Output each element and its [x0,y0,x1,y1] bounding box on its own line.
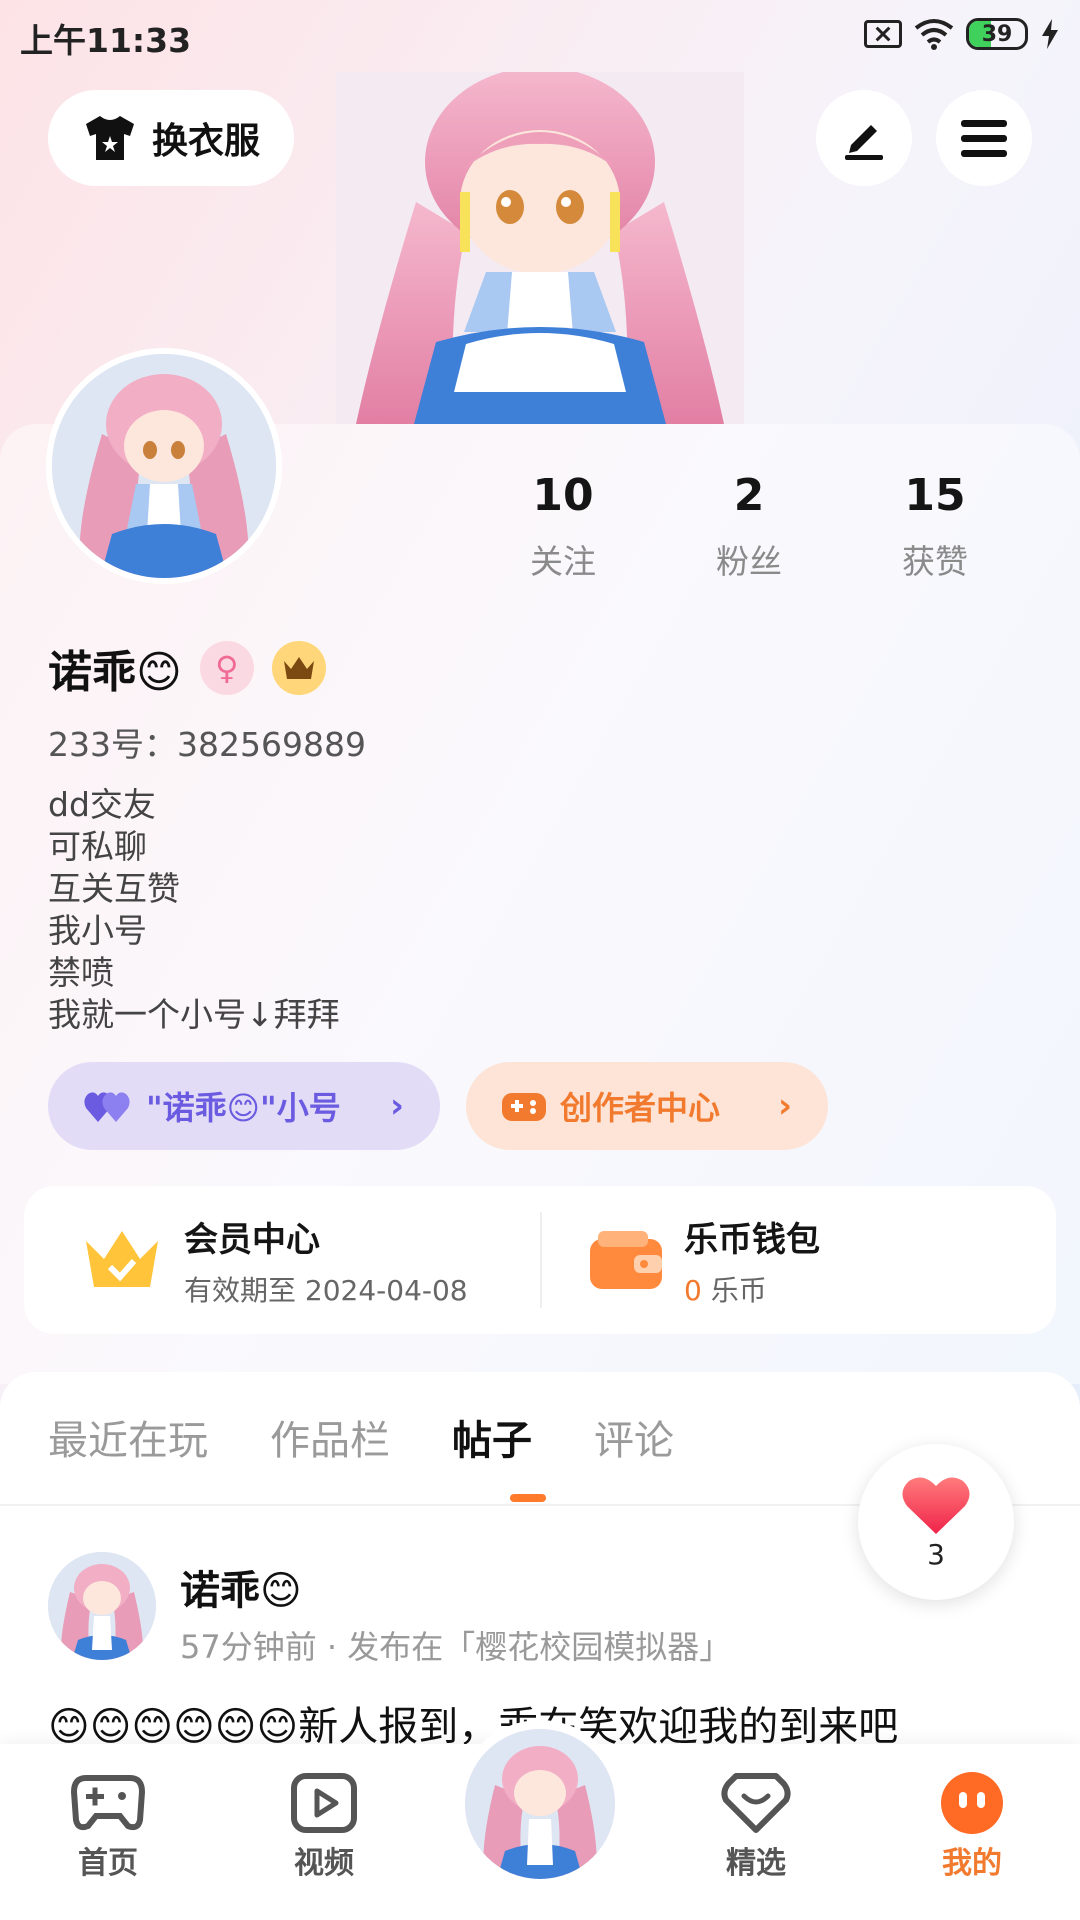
hamburger-menu-icon [961,120,1007,157]
wallet-balance: 0 乐币 [684,1269,820,1309]
edit-profile-button[interactable] [816,90,912,186]
chevron-right-icon: › [389,1086,404,1126]
post-meta: 57分钟前 · 发布在「樱花校园模拟器」 [180,1628,732,1666]
double-heart-icon [84,1092,130,1122]
member-wallet-card: 会员中心 有效期至 2024-04-08 乐币钱包 0 乐币 [24,1186,1056,1334]
bio-line: 禁喷 [48,953,114,992]
nav-home[interactable]: 首页 [28,1772,188,1882]
status-icons: 39 [864,18,1060,50]
tab-recently-played[interactable]: 最近在玩 [48,1408,208,1466]
tshirt-icon [85,116,134,160]
stats-row: 10 关注 2 粉丝 15 获赞 [470,470,1030,583]
crown-badge-icon[interactable] [271,641,326,695]
crown-icon [86,1231,158,1287]
followers-stat[interactable]: 2 粉丝 [656,470,842,583]
wallet-icon [590,1231,662,1289]
bio-line: 我小号 [48,911,147,950]
gamepad-icon [502,1093,546,1121]
likes-stat[interactable]: 15 获赞 [842,470,1028,583]
alt-account-label: "诺乖😊"小号 [146,1089,341,1127]
mine-face-icon [941,1772,1003,1834]
bottom-nav: 首页 视频 精选 我的 [0,1720,1080,1920]
pencil-icon [845,125,883,160]
wallet-entry[interactable]: 乐币钱包 0 乐币 [590,1186,820,1334]
followers-count: 2 [733,470,765,521]
bio: dd交友 可私聊 互关互赞 我小号 禁喷 我就一个小号↓拜拜 [48,784,340,1036]
status-bar: 上午11:33 39 [0,0,1080,72]
nav-home-label: 首页 [78,1846,138,1881]
creator-center-label: 创作者中心 [560,1089,721,1127]
heart-diamond-icon [721,1773,791,1833]
post-author-name[interactable]: 诺乖😊 [180,1558,302,1616]
creator-center-button[interactable]: 创作者中心 › [466,1062,828,1150]
menu-button[interactable] [936,90,1032,186]
tab-works[interactable]: 作品栏 [270,1408,390,1466]
likes-label: 获赞 [902,542,968,581]
tab-posts[interactable]: 帖子 [452,1408,532,1466]
avatar[interactable] [46,348,282,584]
change-outfit-button[interactable]: 换衣服 [48,90,294,186]
battery-level: 39 [981,21,1013,47]
name-row: 诺乖😊 ♀ [48,636,326,700]
divider [540,1212,542,1308]
following-count: 10 [532,470,594,521]
member-expiry: 有效期至 2024-04-08 [184,1273,468,1307]
like-count: 3 [927,1537,945,1571]
female-gender-icon: ♀ [199,641,254,695]
nav-featured[interactable]: 精选 [676,1772,836,1882]
wallet-amount: 0 [684,1273,702,1307]
bio-line: dd交友 [48,785,156,824]
profile-screen: 上午11:33 39 换衣服 10 关注 2 粉丝 15 获赞 诺乖😊 ♀ 23… [0,0,1080,1920]
nav-center-avatar[interactable] [456,1720,624,1888]
gamepad-icon [70,1775,146,1831]
no-sim-icon [864,20,902,48]
video-play-icon [291,1773,357,1833]
alt-account-button[interactable]: "诺乖😊"小号 › [48,1062,440,1150]
floating-like-button[interactable]: 3 [858,1444,1014,1600]
post-author-avatar[interactable] [48,1552,156,1660]
battery-icon: 39 [966,18,1028,50]
status-time: 上午11:33 [20,21,192,60]
nav-mine-label: 我的 [942,1846,1002,1881]
followers-label: 粉丝 [716,542,782,581]
likes-count: 15 [904,470,966,521]
wallet-title: 乐币钱包 [684,1219,820,1260]
avatar-image [52,354,276,578]
bio-line: 我就一个小号↓拜拜 [48,995,340,1034]
heart-icon [902,1476,970,1534]
change-outfit-label: 换衣服 [151,121,260,162]
nav-video-label: 视频 [294,1846,354,1881]
nav-featured-label: 精选 [726,1846,786,1881]
nav-mine[interactable]: 我的 [892,1772,1052,1882]
username: 诺乖😊 [48,647,182,698]
nav-video[interactable]: 视频 [244,1772,404,1882]
post-avatar-image [48,1552,156,1660]
tab-comments[interactable]: 评论 [594,1408,674,1466]
member-center-entry[interactable]: 会员中心 有效期至 2024-04-08 [82,1186,468,1334]
center-avatar-image [465,1729,615,1879]
bio-line: 互关互赞 [48,869,180,908]
active-tab-indicator [510,1494,546,1502]
wallet-unit: 乐币 [710,1273,767,1307]
following-stat[interactable]: 10 关注 [470,470,656,583]
user-id: 233号：382569889 [48,725,366,764]
wifi-icon [914,19,954,50]
following-label: 关注 [530,542,596,581]
charging-icon [1042,19,1058,49]
chevron-right-icon: › [777,1086,792,1126]
profile-tabs: 最近在玩 作品栏 帖子 评论 [48,1408,674,1466]
member-center-title: 会员中心 [184,1219,320,1260]
bio-line: 可私聊 [48,827,147,866]
hero-character-image [336,72,744,424]
